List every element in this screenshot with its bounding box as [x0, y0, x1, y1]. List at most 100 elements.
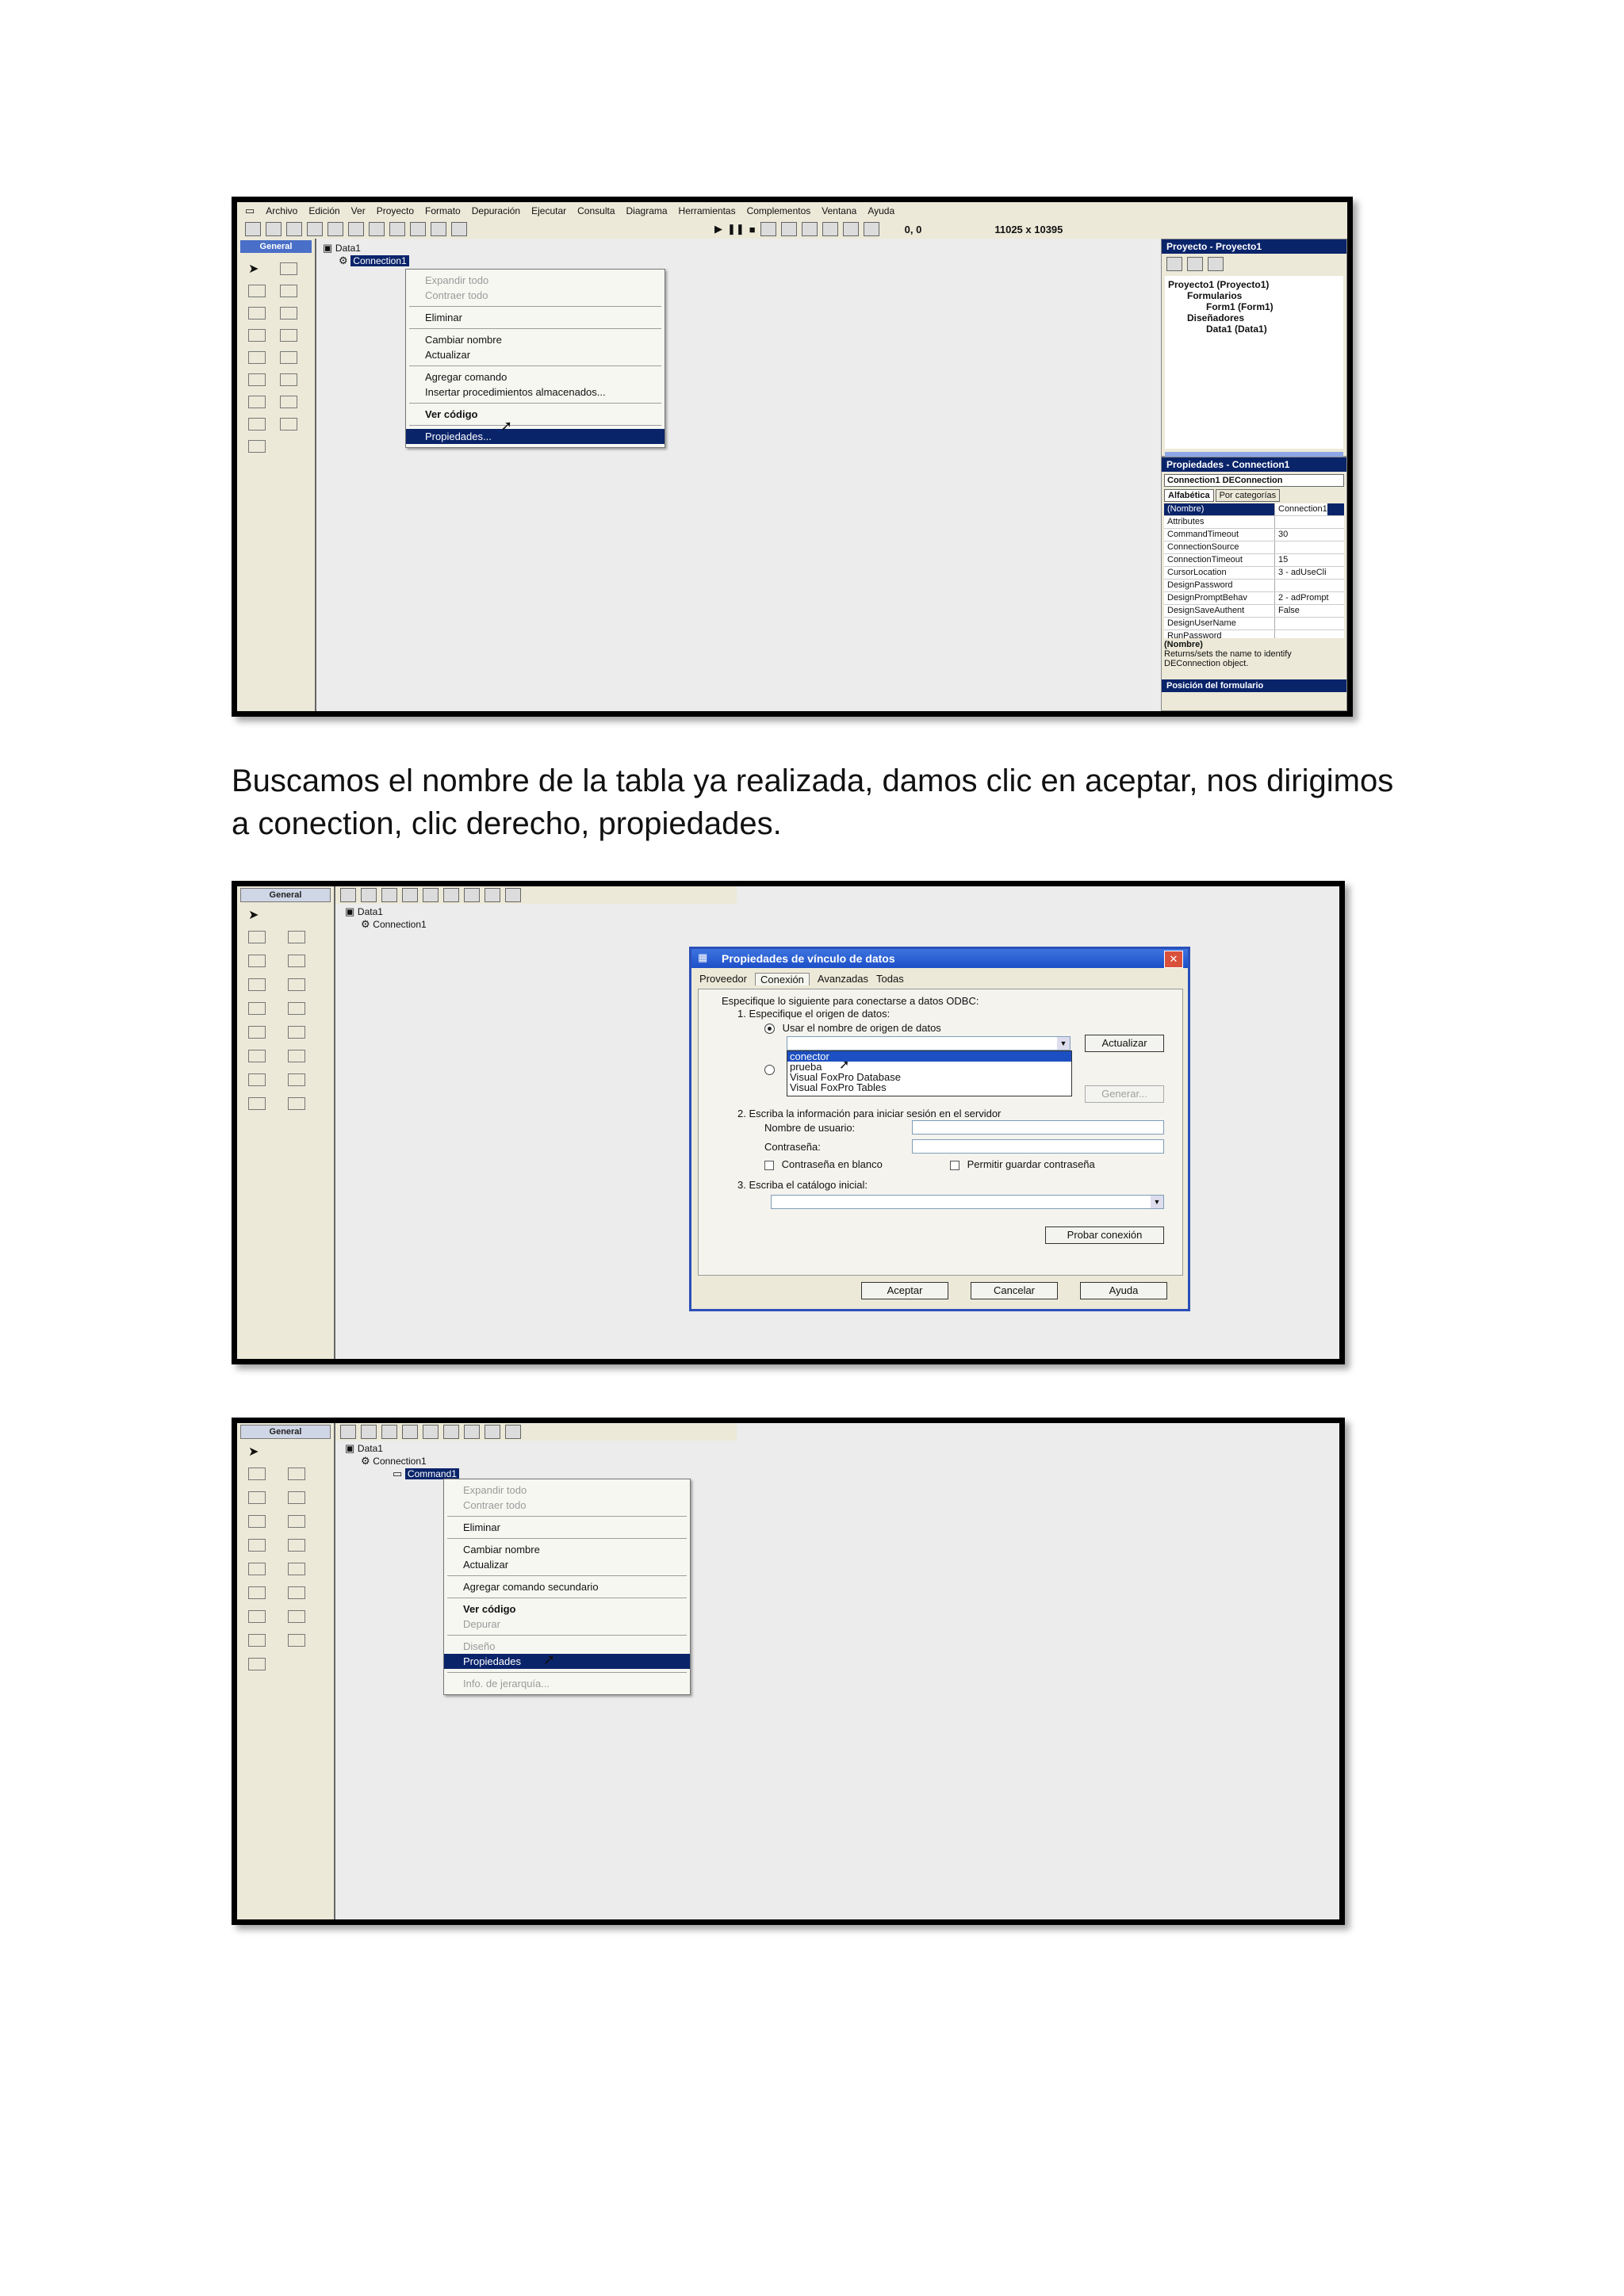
context-menu-item[interactable]: Cambiar nombre: [406, 332, 665, 347]
options-icon[interactable]: [505, 888, 521, 902]
tree-connection[interactable]: Connection1: [350, 255, 409, 266]
context-menu-item[interactable]: Cambiar nombre: [444, 1542, 690, 1557]
combobox-icon[interactable]: [248, 351, 266, 364]
property-row[interactable]: Attributes: [1164, 516, 1344, 529]
menu-item[interactable]: Proyecto: [377, 205, 414, 216]
label-icon[interactable]: [248, 285, 266, 297]
textbox-icon[interactable]: [280, 285, 297, 297]
property-row[interactable]: DesignPromptBehav 2 - adPrompt: [1164, 592, 1344, 605]
frame-icon[interactable]: [248, 1491, 266, 1504]
open-icon[interactable]: [307, 222, 323, 236]
context-menu-item[interactable]: Agregar comando: [406, 369, 665, 385]
menu-editor-icon[interactable]: [286, 222, 302, 236]
tab-alphabetic[interactable]: Alfabética: [1164, 489, 1214, 502]
options-icon[interactable]: [505, 1425, 521, 1439]
property-value[interactable]: [1275, 516, 1278, 528]
tree-command[interactable]: Command1: [404, 1468, 459, 1479]
menu-item[interactable]: Ejecutar: [531, 205, 566, 216]
add-child-command-icon[interactable]: [381, 1425, 397, 1439]
picture-box-icon[interactable]: [280, 262, 297, 275]
context-menu-item[interactable]: Expandir todo: [444, 1483, 690, 1498]
line-icon[interactable]: [280, 418, 297, 430]
menu-item[interactable]: Herramientas: [679, 205, 736, 216]
context-menu-item[interactable]: Contraer todo: [406, 288, 665, 303]
view-code-icon[interactable]: [464, 1425, 480, 1439]
pause-icon[interactable]: ❚❚: [727, 223, 745, 235]
build-button[interactable]: Generar...: [1085, 1085, 1164, 1103]
help-button[interactable]: Ayuda: [1080, 1282, 1167, 1299]
close-icon[interactable]: ✕: [1164, 951, 1183, 968]
redo-icon[interactable]: [451, 222, 467, 236]
username-input[interactable]: [912, 1120, 1164, 1135]
command-button-icon[interactable]: [288, 955, 305, 967]
add-command-icon[interactable]: [361, 1425, 377, 1439]
property-value[interactable]: 30: [1275, 529, 1288, 541]
radio-conn-string-icon[interactable]: [764, 1065, 775, 1075]
context-menu-item[interactable]: Contraer todo: [444, 1498, 690, 1513]
tree-root[interactable]: Data1: [358, 906, 383, 917]
property-value[interactable]: [1275, 618, 1278, 629]
chevron-down-icon[interactable]: ▼: [1057, 1037, 1070, 1050]
checkbox-icon[interactable]: [248, 329, 266, 342]
copy-icon[interactable]: [369, 222, 385, 236]
properties-window-icon[interactable]: [780, 222, 797, 236]
delete-icon[interactable]: [402, 888, 418, 902]
tab-categorized[interactable]: Por categorías: [1215, 489, 1281, 502]
context-menu-item[interactable]: Insertar procedimientos almacenados...: [406, 385, 665, 400]
tab-connection[interactable]: Conexión: [754, 973, 810, 985]
property-value[interactable]: [1275, 580, 1278, 591]
option-button-icon[interactable]: [288, 1515, 305, 1528]
timer-icon[interactable]: [248, 1586, 266, 1599]
checkbox-icon[interactable]: [248, 978, 266, 991]
object-browser-icon[interactable]: [822, 222, 838, 236]
cut-icon[interactable]: [348, 222, 364, 236]
property-value[interactable]: 2 - adPrompt: [1275, 592, 1329, 604]
toggle-folders-icon[interactable]: [1208, 257, 1224, 271]
designers-node[interactable]: Diseñadores: [1168, 312, 1340, 323]
context-menu-item[interactable]: Depurar: [444, 1617, 690, 1632]
view-object-icon[interactable]: [1187, 257, 1203, 271]
dsn-combobox[interactable]: ▼: [787, 1036, 1071, 1050]
view-code-icon[interactable]: [1166, 257, 1182, 271]
data-view-icon[interactable]: [863, 222, 879, 236]
combobox-icon[interactable]: [248, 1539, 266, 1552]
menu-item[interactable]: Formato: [425, 205, 461, 216]
context-menu-item[interactable]: Diseño: [444, 1639, 690, 1654]
add-form-icon[interactable]: [266, 222, 282, 236]
vscroll-icon[interactable]: [288, 1026, 305, 1039]
project-explorer-icon[interactable]: [760, 222, 776, 236]
password-input[interactable]: [912, 1139, 1164, 1154]
property-row[interactable]: DesignSaveAuthent False: [1164, 605, 1344, 618]
property-row[interactable]: (Nombre) Connection1: [1164, 503, 1344, 516]
menu-item[interactable]: Ayuda: [868, 205, 894, 216]
option-button-icon[interactable]: [288, 978, 305, 991]
arrange-icon[interactable]: [485, 888, 500, 902]
toolbox-icon[interactable]: [842, 222, 859, 236]
property-row[interactable]: CommandTimeout 30: [1164, 529, 1344, 541]
listbox-icon[interactable]: [280, 351, 297, 364]
pointer-icon[interactable]: ➤: [248, 1444, 259, 1460]
context-menu-item[interactable]: Propiedades: [444, 1654, 690, 1669]
menu-item[interactable]: Ventana: [822, 205, 856, 216]
drive-list-icon[interactable]: [280, 396, 297, 408]
property-value[interactable]: [1275, 630, 1278, 638]
context-menu-item[interactable]: Info. de jerarquía...: [444, 1676, 690, 1691]
property-row[interactable]: ConnectionTimeout 15: [1164, 554, 1344, 567]
context-menu-item[interactable]: Expandir todo: [406, 273, 665, 288]
initial-catalog-combobox[interactable]: ▼: [771, 1195, 1164, 1209]
radio-dsn-icon[interactable]: [764, 1024, 775, 1035]
line-icon[interactable]: [288, 1610, 305, 1623]
property-value[interactable]: 15: [1275, 554, 1288, 566]
option-button-icon[interactable]: [280, 329, 297, 342]
tree-connection[interactable]: Connection1: [373, 919, 426, 930]
chevron-down-icon[interactable]: ▼: [1151, 1196, 1163, 1208]
form1-node[interactable]: Form1 (Form1): [1168, 301, 1340, 312]
image-icon[interactable]: [248, 1634, 266, 1647]
textbox-icon[interactable]: [288, 931, 305, 943]
property-row[interactable]: RunPassword: [1164, 630, 1344, 638]
pointer-icon[interactable]: ➤: [248, 261, 259, 277]
ole-icon[interactable]: [248, 1658, 266, 1670]
project-node[interactable]: Proyecto1 (Proyecto1): [1168, 279, 1340, 290]
image-icon[interactable]: [248, 1097, 266, 1110]
frame-icon[interactable]: [248, 955, 266, 967]
